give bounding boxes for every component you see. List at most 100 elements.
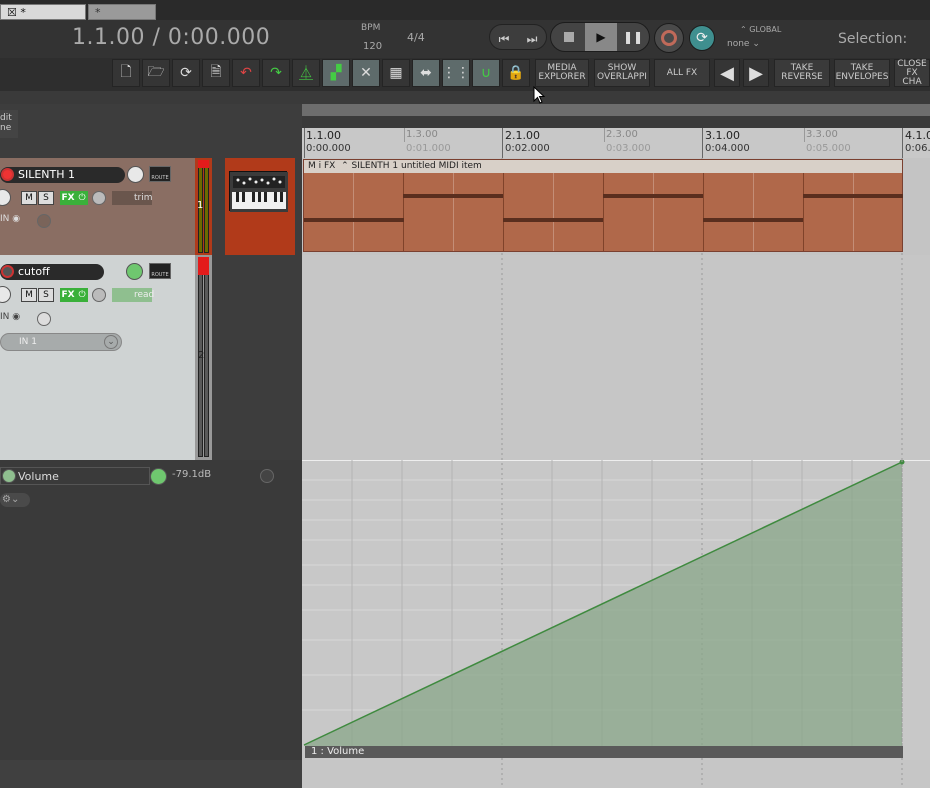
record-arm-button[interactable] xyxy=(1,265,14,278)
show-overlap-button[interactable]: SHOW OVERLAPPI xyxy=(594,59,650,87)
fx-button[interactable]: FX xyxy=(60,288,76,302)
redo-button[interactable]: ↷ xyxy=(262,59,290,87)
repeat-button[interactable]: ⟳ xyxy=(689,25,715,51)
save-project-button[interactable]: ⟳ xyxy=(172,59,200,87)
snap-button[interactable]: ∪ xyxy=(472,59,500,87)
time-display[interactable]: 1.1.00 / 0:00.000 xyxy=(72,25,270,50)
phase-invert-icon[interactable] xyxy=(92,288,106,302)
synth-keyboard-icon[interactable] xyxy=(229,171,288,212)
clip-indicator xyxy=(198,257,209,275)
midi-note xyxy=(503,218,603,222)
volume-knob[interactable] xyxy=(126,263,143,280)
item-grouping-button[interactable]: ▦ xyxy=(382,59,410,87)
fx-bypass-button[interactable]: ⏻ xyxy=(76,288,88,302)
play-button[interactable]: ▶ xyxy=(585,23,617,51)
auto-crossfade-button[interactable]: ▞ xyxy=(322,59,350,87)
metronome-button[interactable]: ⏅ xyxy=(292,59,320,87)
edit-tone-button[interactable]: dit ne xyxy=(0,110,18,138)
solo-button[interactable]: S xyxy=(38,191,54,205)
input-fx-icon[interactable] xyxy=(37,214,51,228)
open-file-icon: 🗁 xyxy=(147,64,165,80)
selection-label: Selection: xyxy=(838,31,908,47)
pan-knob[interactable] xyxy=(0,286,11,303)
envelope-settings-button[interactable]: ⚙⌄ xyxy=(0,493,30,507)
crossfade-icon: ▞ xyxy=(330,65,342,81)
route-button[interactable]: ROUTE xyxy=(149,166,171,182)
envelope-points-move-button[interactable]: ⬌ xyxy=(412,59,440,87)
grouping-icon: ▦ xyxy=(389,65,403,81)
midi-note xyxy=(603,194,703,198)
record-arm-button[interactable] xyxy=(1,168,14,181)
track-number: 1 xyxy=(197,200,204,211)
media-explorer-button[interactable]: MEDIA EXPLORER xyxy=(535,59,589,87)
fx-button[interactable]: FX xyxy=(60,191,76,205)
previous-button[interactable]: ◀ xyxy=(714,59,740,87)
input-select-dropdown[interactable]: IN 1 ⌄ xyxy=(0,333,122,351)
ruler-subdivision-time: 0:05.000 xyxy=(806,143,851,154)
envelope-control-panel: Volume -79.1dB ⚙⌄ xyxy=(0,460,302,760)
project-settings-button[interactable]: 🗎 xyxy=(202,59,230,87)
track-1-panel[interactable]: SILENTH 1 ROUTE M S FX ⏻ trim IN ◉ xyxy=(0,158,195,255)
solo-button[interactable]: S xyxy=(38,288,54,302)
all-fx-button[interactable]: ALL FX xyxy=(654,59,710,87)
skip-forward-icon: ⏭ xyxy=(526,31,538,46)
volume-envelope-graph[interactable] xyxy=(302,460,930,760)
envelope-lane-label: 1 : Volume xyxy=(305,746,903,758)
next-button[interactable]: ▶ xyxy=(743,59,769,87)
track-lane-cutoff[interactable] xyxy=(302,255,930,460)
new-project-button[interactable]: 🗋 xyxy=(112,59,140,87)
project-tab-active[interactable]: ☒ *[Unsaved] xyxy=(0,4,86,34)
timeline-ruler[interactable]: 1.1.00 0:00.000 1.3.00 0:01.000 2.1.00 0… xyxy=(302,128,930,158)
track-name-field[interactable]: cutoff xyxy=(0,264,104,280)
chevron-down-icon: ⌄ xyxy=(104,335,118,349)
pan-knob[interactable] xyxy=(0,189,11,206)
ripple-edit-button[interactable]: ✕ xyxy=(352,59,380,87)
time-signature[interactable]: 4/4 xyxy=(407,31,425,44)
envelope-name-field[interactable]: Volume xyxy=(0,467,150,485)
global-automation-mode[interactable]: none ⌄ xyxy=(727,39,760,49)
redo-icon: ↷ xyxy=(270,65,282,81)
go-to-start-button[interactable]: ⏮ xyxy=(490,25,518,53)
phase-invert-icon[interactable] xyxy=(92,191,106,205)
global-automation-label[interactable]: ⌃ GLOBAL xyxy=(740,25,781,34)
project-tab-inactive[interactable]: *[Unsaved] xyxy=(88,4,156,34)
bpm-value[interactable]: 120 xyxy=(363,41,382,52)
input-monitor[interactable]: IN ◉ xyxy=(0,214,20,224)
close-fx-chains-button[interactable]: CLOSE FX CHA xyxy=(894,59,930,87)
track-name: cutoff xyxy=(18,265,50,278)
mute-button[interactable]: M xyxy=(21,288,37,302)
grid-button[interactable]: ⋮⋮ xyxy=(442,59,470,87)
empty-track-area[interactable] xyxy=(302,760,930,788)
route-button[interactable]: ROUTE xyxy=(149,263,171,279)
midi-item[interactable]: M i FX ⌃ SILENTH 1 untitled MIDI item xyxy=(303,159,903,252)
envelope-value-knob[interactable] xyxy=(150,468,167,485)
open-project-button[interactable]: 🗁 xyxy=(142,59,170,87)
take-reverse-button[interactable]: TAKE REVERSE xyxy=(774,59,830,87)
lock-button[interactable]: 🔒 xyxy=(502,59,530,87)
skip-back-icon: ⏮ xyxy=(498,31,510,46)
stop-button[interactable] xyxy=(553,23,585,51)
record-button[interactable] xyxy=(654,23,684,53)
metronome-icon: ⏅ xyxy=(299,66,313,82)
track-name-field[interactable]: SILENTH 1 xyxy=(0,167,125,183)
region-lane[interactable] xyxy=(302,104,930,116)
automation-mode-button[interactable]: read xyxy=(112,288,154,302)
envelope-active-icon[interactable] xyxy=(2,469,16,483)
undo-button[interactable]: ↶ xyxy=(232,59,260,87)
pause-button[interactable]: ❚❚ xyxy=(617,23,649,51)
chevron-down-icon: ⌄ xyxy=(10,494,20,505)
input-monitor[interactable]: IN ◉ xyxy=(0,312,20,322)
automation-mode-button[interactable]: trim xyxy=(112,191,153,205)
track-2-panel[interactable]: cutoff ROUTE M S FX ⏻ read IN ◉ IN 1 ⌄ xyxy=(0,255,195,460)
input-fx-icon[interactable] xyxy=(37,312,51,326)
empty-track-panel[interactable] xyxy=(0,760,302,788)
close-icon[interactable]: ☒ xyxy=(7,6,17,19)
envelope-icon: ⌃ xyxy=(740,25,747,34)
fx-bypass-button[interactable]: ⏻ xyxy=(76,191,88,205)
mute-button[interactable]: M xyxy=(21,191,37,205)
volume-knob[interactable] xyxy=(127,166,144,183)
envelope-bypass-icon[interactable] xyxy=(260,469,274,483)
go-to-end-button[interactable]: ⏭ xyxy=(518,25,546,53)
power-icon: ⏻ xyxy=(78,193,86,203)
take-envelopes-button[interactable]: TAKE ENVELOPES xyxy=(834,59,890,87)
